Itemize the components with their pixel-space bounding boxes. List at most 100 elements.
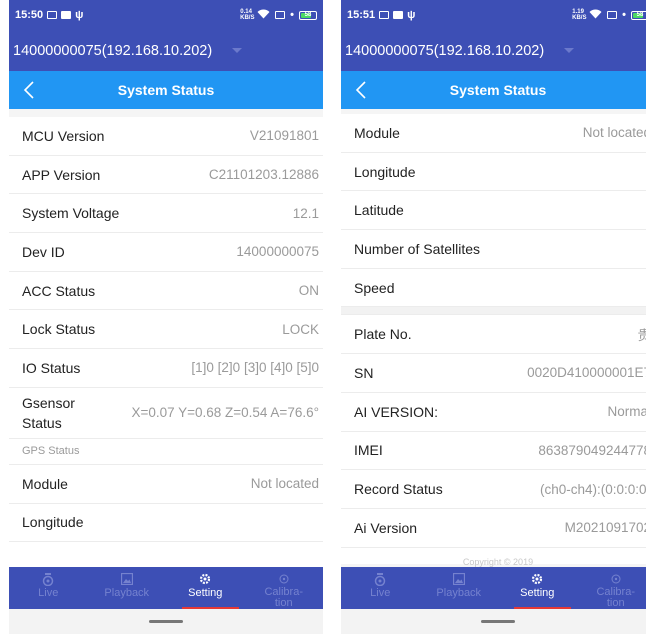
nav-label: Calibra- tion [596, 586, 635, 609]
back-arrow-icon[interactable] [351, 80, 371, 100]
gallery-notification-icon [47, 11, 58, 19]
battery-icon: 58 [299, 10, 317, 20]
item-label: Lock Status [22, 321, 96, 338]
dot-icon: • [622, 9, 626, 21]
item-label: Latitude [354, 202, 404, 219]
section-divider [341, 307, 646, 316]
item-label: Longitude [22, 514, 84, 531]
item-label: ACC Status [22, 282, 96, 299]
target-icon [279, 572, 289, 585]
list-item: IO Status [1]0 [2]0 [3]0 [4]0 [5]0 [9, 349, 323, 388]
item-label: IMEI [354, 442, 383, 459]
item-label: Number of Satellites [354, 240, 481, 257]
item-value: Not located [250, 476, 319, 492]
list-item: APP Version C21101203.12886 [9, 156, 323, 195]
copyright-text: Copyright © 2019 [462, 557, 534, 567]
nav-playback[interactable]: Playback [420, 567, 499, 609]
list-item: Lock Status LOCK [9, 310, 323, 350]
device-selector[interactable]: 14000000075(192.168.10.202) [9, 30, 323, 71]
nav-playback[interactable]: Playback [88, 567, 167, 609]
back-arrow-icon[interactable] [19, 80, 39, 100]
phone-screen-right: 15:51 ψ 1.19 KB/S • 58 14000000075(192.16… [341, 0, 646, 634]
network-speed: 0.14 KB/S [240, 9, 255, 21]
page-title: System Status [449, 82, 547, 98]
device-title: 14000000075(192.168.10.202) [345, 42, 545, 59]
home-indicator[interactable] [341, 609, 646, 634]
list-item: System Voltage 12.1 [9, 194, 323, 234]
item-label: System Voltage [22, 205, 120, 222]
nav-live[interactable]: Live [341, 567, 420, 609]
list-item: MCU Version V21091801 [9, 117, 323, 156]
item-label: Module [354, 124, 400, 141]
nav-setting[interactable]: Setting [498, 567, 577, 609]
item-value: [1]0 [2]0 [3]0 [4]0 [5]0 [191, 360, 319, 376]
item-label: Plate No. [354, 326, 412, 343]
bottom-nav: Live Playback Setting Calibra- tion [9, 567, 323, 609]
network-speed-unit: KB/S [240, 15, 255, 21]
wifi-icon [257, 9, 270, 22]
bottom-nav: Live Playback Setting Calibra- tion [341, 567, 646, 609]
item-value: 贵 [637, 328, 646, 344]
list-item: Module Not located [341, 114, 646, 153]
item-label: APP Version [22, 166, 101, 183]
mail-notification-icon [61, 11, 72, 19]
item-value: 863879049244778 [538, 442, 646, 458]
list-item: ACC Status ON [9, 272, 323, 311]
camera-icon [374, 572, 386, 586]
battery-level: 58 [636, 12, 644, 18]
nav-live[interactable]: Live [9, 567, 88, 609]
item-value: Normal [607, 404, 646, 420]
status-time: 15:50 [15, 9, 44, 21]
item-value: (ch0-ch4):(0:0:0:0) [539, 481, 646, 497]
usb-icon: ψ [75, 9, 84, 21]
nav-calibration[interactable]: Calibra- tion [245, 567, 324, 609]
status-time: 15:51 [347, 9, 376, 21]
nav-label: Playback [436, 587, 482, 599]
item-value: V21091801 [249, 128, 319, 144]
item-value: 14000000075 [236, 244, 319, 260]
phone-screen-left: 15:50 ψ 0.14 KB/S • 58 14000000075(192.16… [9, 0, 323, 634]
dot-icon: • [290, 9, 294, 21]
nav-label: Live [38, 587, 59, 599]
nav-label: Setting [520, 587, 555, 599]
list-item: Dev ID 14000000075 [9, 233, 323, 272]
list-item: Speed [341, 269, 646, 308]
device-selector[interactable]: 14000000075(192.168.10.202) [341, 30, 646, 71]
item-label: Module [22, 475, 68, 492]
section-label: GPS Status [22, 445, 80, 458]
list-item: Plate No. 贵 [341, 315, 646, 355]
camera-icon [42, 572, 54, 586]
chevron-down-icon[interactable] [232, 48, 243, 53]
item-label: Record Status [354, 481, 443, 498]
item-value: Not located [582, 125, 646, 141]
list-item: Latitude [341, 191, 646, 231]
cast-icon [275, 11, 286, 19]
nav-setting[interactable]: Setting [166, 567, 245, 609]
gear-icon [531, 572, 543, 586]
list-item: AI VERSION: Normal [341, 393, 646, 432]
home-indicator[interactable] [9, 609, 323, 634]
battery-level: 58 [304, 12, 312, 18]
list-item: Longitude [9, 504, 323, 543]
network-speed-unit: KB/S [572, 15, 587, 21]
item-value: X=0.07 Y=0.68 Z=0.54 A=76.6° [131, 405, 319, 421]
item-value: ON [298, 283, 319, 299]
item-label: IO Status [22, 359, 81, 376]
chevron-down-icon[interactable] [564, 48, 575, 53]
status-list: MCU Version V21091801 APP Version C2110120… [9, 117, 323, 567]
nav-label: Live [370, 587, 391, 599]
item-label: Gsensor Status [22, 394, 75, 431]
nav-calibration[interactable]: Calibra- tion [577, 567, 646, 609]
list-item: SN 0020D410000001E7 [341, 354, 646, 393]
status-bar: 15:50 ψ 0.14 KB/S • 58 [9, 0, 323, 30]
image-icon [120, 572, 133, 586]
nav-label: Playback [104, 587, 150, 599]
item-value: LOCK [282, 321, 319, 337]
list-item: Record Status (ch0-ch4):(0:0:0:0) [341, 470, 646, 509]
app-bar: System Status [341, 71, 646, 109]
item-label: MCU Version [22, 127, 105, 144]
nav-label: Calibra- tion [264, 586, 303, 609]
device-title: 14000000075(192.168.10.202) [13, 42, 213, 59]
image-icon [452, 572, 465, 586]
item-label: Ai Version [354, 519, 418, 536]
